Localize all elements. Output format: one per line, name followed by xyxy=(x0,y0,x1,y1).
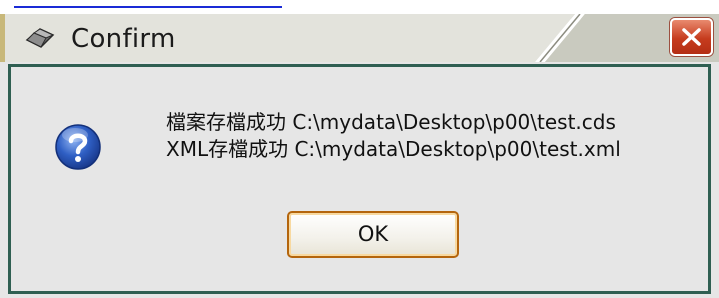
message-line-2: XML存檔成功 C:\mydata\Desktop\p00\test.xml xyxy=(166,137,621,161)
message-line-1: 檔案存檔成功 C:\mydata\Desktop\p00\test.cds xyxy=(166,110,616,134)
dialog-body: 檔案存檔成功 C:\mydata\Desktop\p00\test.cds XM… xyxy=(8,64,711,294)
close-button[interactable] xyxy=(670,18,713,56)
message-text: 檔案存檔成功 C:\mydata\Desktop\p00\test.cds XM… xyxy=(166,109,621,163)
question-icon xyxy=(55,124,101,170)
close-icon xyxy=(682,28,701,46)
dialog-title: Confirm xyxy=(71,24,176,54)
gem-icon xyxy=(25,28,55,48)
top-strip xyxy=(0,0,719,14)
ok-button[interactable]: OK xyxy=(287,211,459,258)
underline-decoration xyxy=(14,6,282,8)
confirm-dialog: Confirm 檔案存檔成功 C:\mydata\Desktop\p00\tes… xyxy=(0,14,719,298)
titlebar-left-bar xyxy=(0,14,5,62)
title-bar[interactable]: Confirm xyxy=(0,14,719,62)
